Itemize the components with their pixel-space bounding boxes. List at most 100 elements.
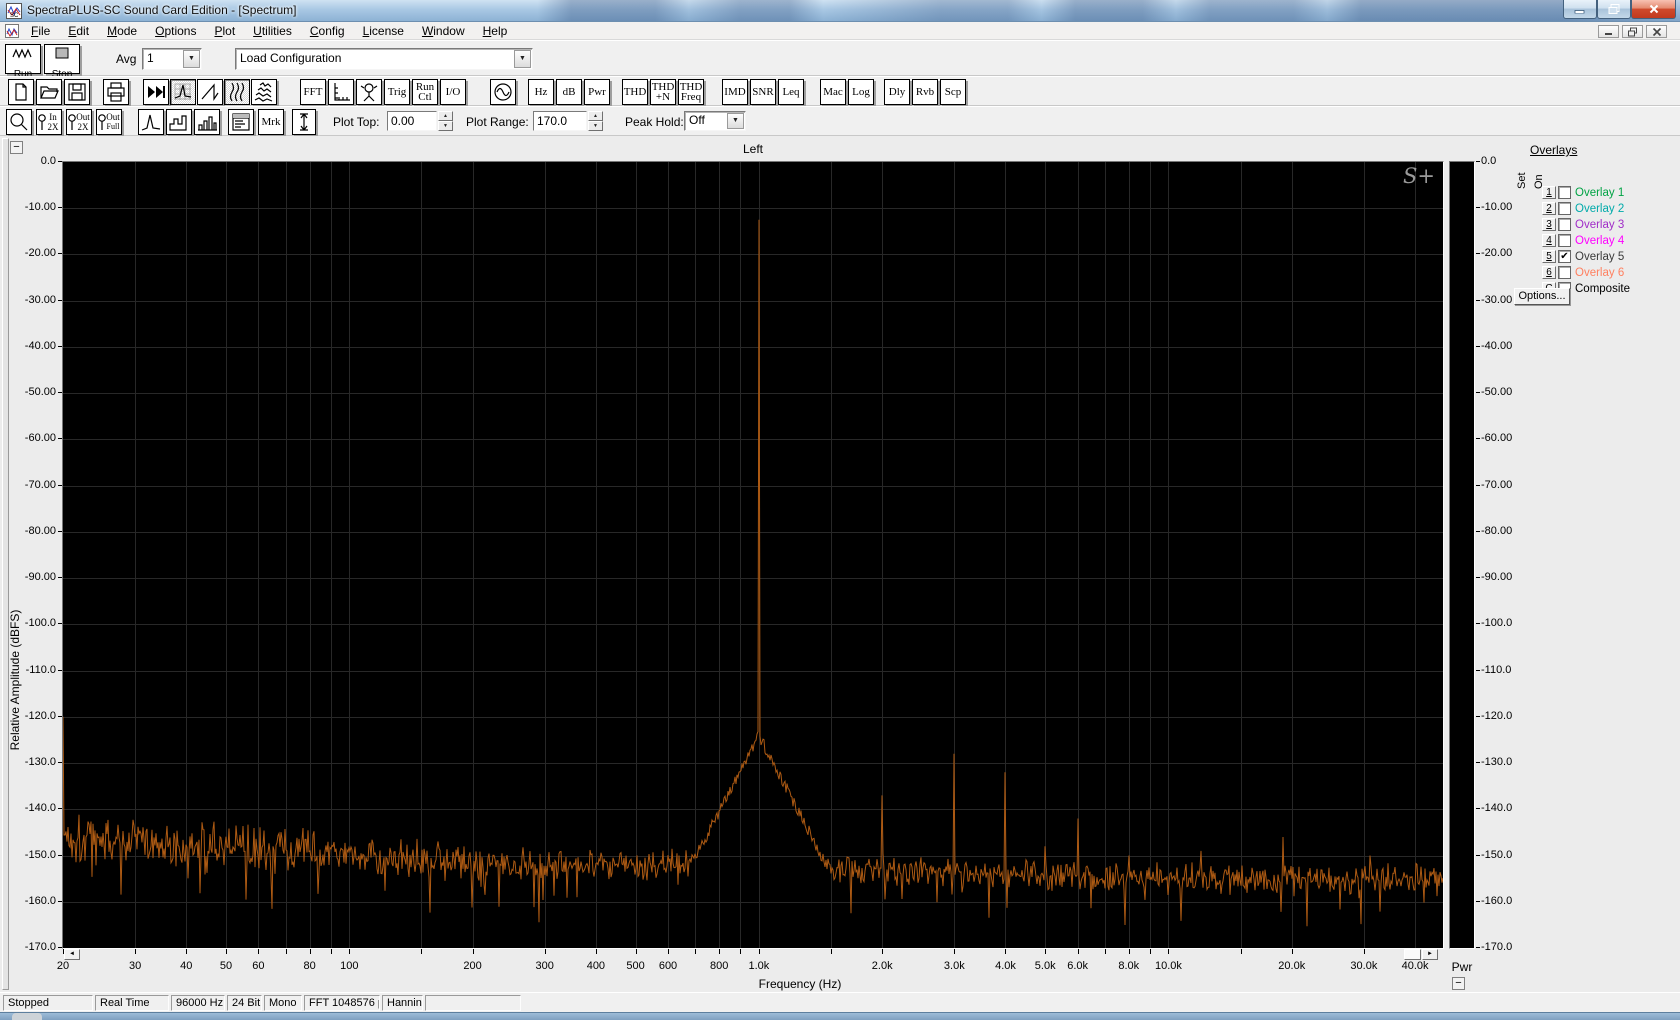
print-button[interactable] — [103, 79, 129, 105]
calibration-mic-button[interactable] — [356, 79, 382, 105]
stop-button[interactable]: Stop — [44, 44, 80, 80]
run-button[interactable]: Run — [5, 44, 41, 80]
overlay-options-button[interactable]: Options... — [1514, 288, 1570, 305]
overlay-on-checkbox-3[interactable] — [1558, 218, 1571, 231]
units-db-button[interactable]: dB — [556, 79, 582, 105]
collapse-power-meter-button[interactable]: − — [1452, 977, 1465, 990]
menu-item-license[interactable]: License — [354, 23, 413, 40]
units-hz-button[interactable]: Hz — [528, 79, 554, 105]
mdi-minimize-button[interactable] — [1598, 25, 1619, 38]
reverb-button[interactable]: Rvb — [912, 79, 938, 105]
process-file-icon-button[interactable] — [143, 79, 169, 105]
trigger-button[interactable]: Trig — [384, 79, 410, 105]
mdi-document-icon[interactable] — [5, 24, 19, 38]
run-control-button[interactable]: Run Ctl — [412, 79, 438, 105]
plot-options-button[interactable] — [228, 109, 254, 135]
plot-top-input[interactable] — [387, 111, 437, 131]
menu-item-options[interactable]: Options — [146, 23, 205, 40]
fft-settings-button[interactable]: FFT — [300, 79, 326, 105]
y-tick-label-left: -50.00 — [24, 386, 56, 399]
configuration-select[interactable]: Load Configuration ▼ — [235, 48, 533, 70]
time-series-view-button[interactable] — [197, 79, 223, 105]
configuration-dropdown-arrow-icon[interactable]: ▼ — [514, 50, 531, 68]
overlay-set-button-4[interactable]: 4 — [1542, 234, 1556, 247]
overlay-on-checkbox-4[interactable] — [1558, 234, 1571, 247]
avg-select[interactable]: 1 ▼ — [142, 48, 202, 70]
minimize-button[interactable] — [1563, 0, 1597, 19]
menu-item-file[interactable]: File — [22, 23, 59, 40]
zoom-tool-button[interactable] — [6, 109, 32, 135]
close-button[interactable] — [1631, 0, 1676, 19]
overlay-set-button-5[interactable]: 5 — [1542, 250, 1556, 263]
thd-plus-n-button[interactable]: THD +N — [650, 79, 676, 105]
overlay-on-checkbox-6[interactable] — [1558, 266, 1571, 279]
menu-item-config[interactable]: Config — [301, 23, 354, 40]
menu-item-window[interactable]: Window — [413, 23, 474, 40]
thd-button[interactable]: THD — [622, 79, 648, 105]
spectrogram-view-button[interactable] — [224, 79, 250, 105]
title-bar[interactable]: SC SpectraPLUS-SC Sound Card Edition - [… — [0, 0, 1680, 22]
snr-button[interactable]: SNR — [750, 79, 776, 105]
io-device-button[interactable]: I/O — [440, 79, 466, 105]
plot-range-input[interactable] — [533, 111, 587, 131]
peak-hold-dropdown-arrow-icon[interactable]: ▼ — [727, 113, 744, 129]
spectrum-view-button[interactable] — [170, 79, 196, 105]
marker-button[interactable]: Mrk — [258, 109, 284, 135]
mdi-close-button[interactable] — [1646, 25, 1667, 38]
signal-generator-button[interactable] — [490, 79, 516, 105]
narrowband-plot-button[interactable] — [138, 109, 164, 135]
left-splitter-strip[interactable] — [2, 138, 9, 990]
units-pwr-button[interactable]: Pwr — [584, 79, 610, 105]
avg-dropdown-arrow-icon[interactable]: ▼ — [183, 50, 200, 68]
imd-button[interactable]: IMD — [722, 79, 748, 105]
menu-item-edit[interactable]: Edit — [59, 23, 98, 40]
thd-freq-button[interactable]: THD Freq — [678, 79, 704, 105]
peak-hold-select[interactable]: Off ▼ — [684, 111, 746, 131]
plot-top-spinner[interactable]: ▲ ▼ — [438, 111, 453, 131]
zoom-out-full-button[interactable]: Out Full — [96, 109, 122, 135]
plot-range-spinner[interactable]: ▲ ▼ — [588, 111, 603, 131]
y-tick-label-left: -10.00 — [24, 201, 56, 214]
overlay-set-button-1[interactable]: 1 — [1542, 186, 1556, 199]
x-tick-mark — [331, 949, 332, 954]
macro-button[interactable]: Mac — [820, 79, 846, 105]
menu-item-mode[interactable]: Mode — [98, 23, 146, 40]
y-tick-mark-left — [58, 669, 62, 671]
vertical-range-button[interactable] — [292, 109, 316, 135]
scroll-left-button[interactable]: ◄ — [64, 949, 80, 960]
hz-button-label: Hz — [534, 86, 548, 98]
bar-graph-plot-button[interactable] — [194, 109, 220, 135]
overlay-set-button-6[interactable]: 6 — [1542, 266, 1556, 279]
overlay-set-button-2[interactable]: 2 — [1542, 202, 1556, 215]
overlay-on-checkbox-5[interactable]: ✔ — [1558, 250, 1571, 263]
scope-button[interactable]: Scp — [940, 79, 966, 105]
menu-item-help[interactable]: Help — [474, 23, 517, 40]
zoom-in-2x-button[interactable]: In 2X — [36, 109, 62, 135]
logging-button[interactable]: Log — [848, 79, 874, 105]
scroll-right-button[interactable]: ► — [1422, 949, 1438, 960]
save-button[interactable] — [64, 79, 90, 105]
spectrum-plot[interactable]: S+ — [62, 161, 1444, 949]
new-file-button[interactable] — [8, 79, 34, 105]
open-file-button[interactable] — [36, 79, 62, 105]
menu-item-utilities[interactable]: Utilities — [244, 23, 301, 40]
overlay-on-checkbox-1[interactable] — [1558, 186, 1571, 199]
leq-button[interactable]: Leq — [778, 79, 804, 105]
x-tick-mark — [831, 949, 832, 954]
collapse-plot-button[interactable]: − — [10, 141, 23, 154]
waterfall-view-button[interactable] — [251, 79, 277, 105]
octave-plot-button[interactable] — [166, 109, 192, 135]
plot-top-label: Plot Top: — [333, 115, 380, 129]
scaling-ruler-button[interactable] — [328, 79, 354, 105]
x-tick-label: 20 — [56, 960, 70, 972]
spectrum-trace — [63, 219, 1443, 927]
x-tick-label: 30 — [129, 960, 142, 972]
overlay-on-checkbox-2[interactable] — [1558, 202, 1571, 215]
delay-button[interactable]: Dly — [884, 79, 910, 105]
overlay-set-button-3[interactable]: 3 — [1542, 218, 1556, 231]
menu-item-plot[interactable]: Plot — [205, 23, 244, 40]
mdi-restore-button[interactable] — [1622, 25, 1643, 38]
restore-button[interactable] — [1597, 0, 1631, 19]
zoom-out-2x-button[interactable]: Out 2X — [66, 109, 92, 135]
scrollbar-thumb[interactable] — [1404, 949, 1421, 960]
